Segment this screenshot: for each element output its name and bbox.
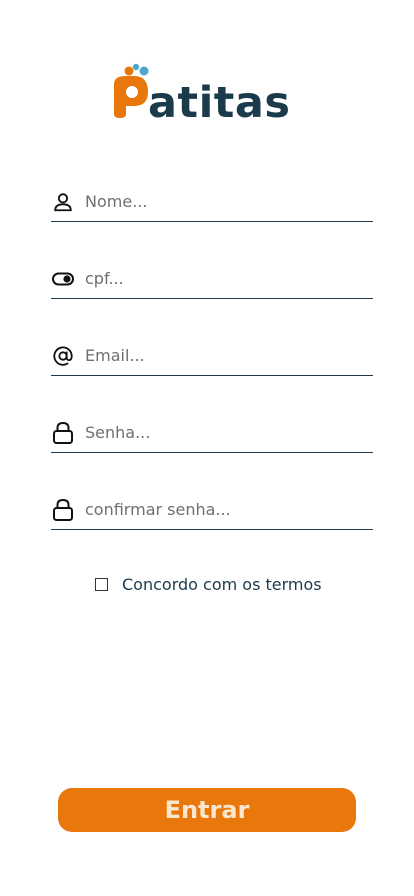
name-field [51,182,373,222]
password-input[interactable] [85,417,365,448]
terms-row: Concordo com os termos [95,574,322,594]
password-field [51,413,373,453]
terms-checkbox[interactable] [95,577,108,591]
at-sign-icon [51,344,75,368]
email-field [51,336,373,376]
email-input[interactable] [85,340,365,371]
confirm-password-field [51,490,373,530]
user-icon [51,190,75,214]
enter-button[interactable]: Entrar [58,788,356,832]
name-input[interactable] [85,186,365,217]
svg-text:atitas: atitas [148,78,290,124]
terms-label: Concordo com os termos [122,574,322,594]
cpf-field [51,259,373,299]
patitas-logo: atitas [108,62,308,124]
lock-icon [51,498,75,522]
patitas-logo-art: atitas [114,63,290,124]
id-card-toggle-icon [51,267,75,291]
confirm-password-input[interactable] [85,494,365,525]
lock-icon [51,421,75,445]
signup-screen: atitas Nome... cpf... Email... Concordo … [0,0,414,896]
cpf-input[interactable] [85,263,365,294]
